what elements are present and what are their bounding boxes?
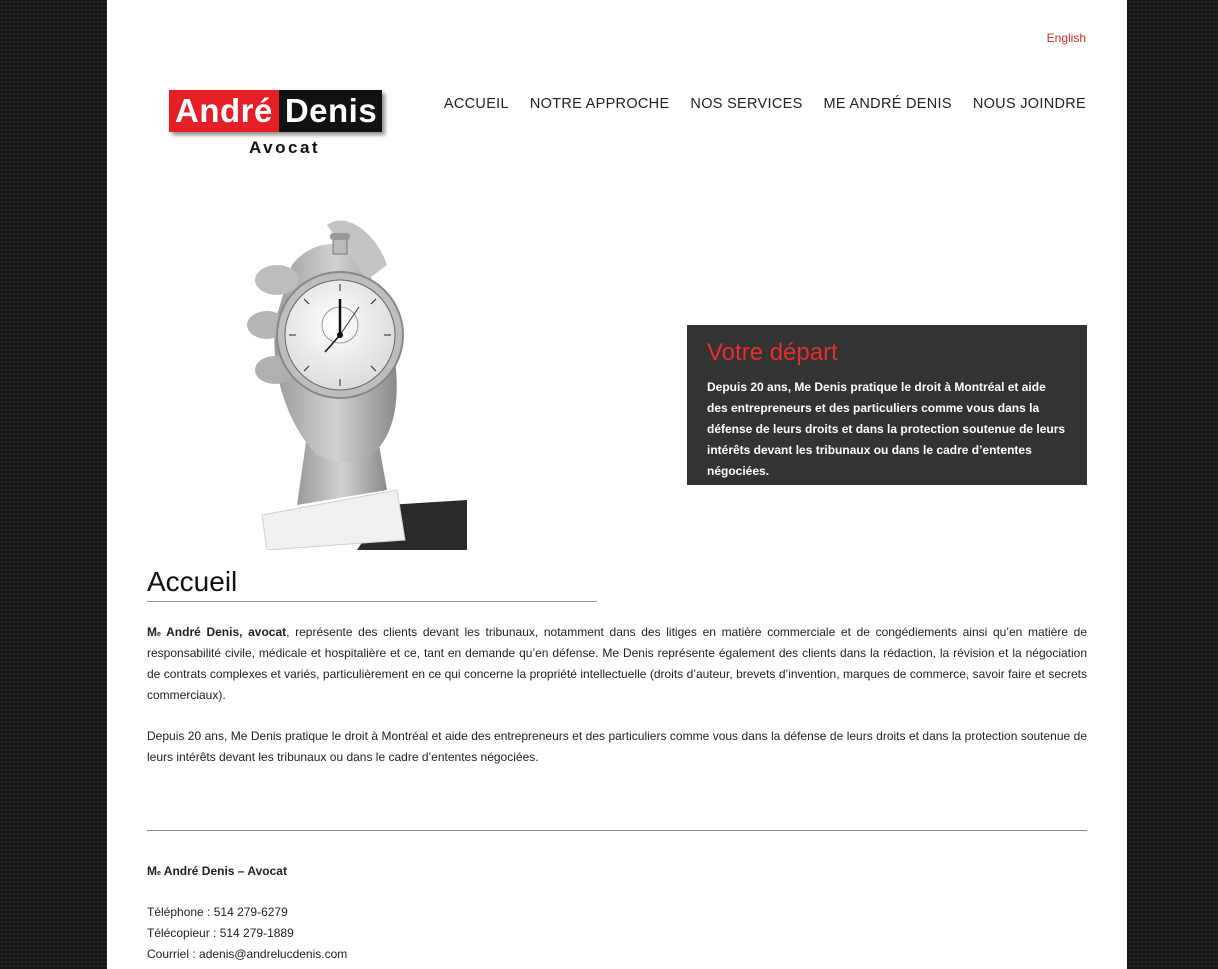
page-container: English André Denis Avocat ACCUEIL NOTRE… <box>107 0 1127 969</box>
logo-first-name: André <box>169 90 279 132</box>
footer-contact: Me André Denis – Avocat Téléphone : 514 … <box>147 861 347 965</box>
footer-phone: Téléphone : 514 279-6279 <box>147 905 288 919</box>
footer-name-sup: e <box>157 870 161 877</box>
hero-stopwatch-image <box>247 220 467 550</box>
footer-name-rest: André Denis – Avocat <box>160 864 287 878</box>
footer-name: Me André Denis – Avocat <box>147 861 347 882</box>
page-title: Accueil <box>147 566 238 597</box>
footer-name-prefix: M <box>147 864 157 878</box>
nav-item-nos-services[interactable]: NOS SERVICES <box>690 96 802 112</box>
second-paragraph: Depuis 20 ans, Me Denis pratique le droi… <box>147 729 1087 764</box>
intro-title-name: André Denis, avocat <box>160 625 287 639</box>
nav-item-notre-approche[interactable]: NOTRE APPROCHE <box>530 96 670 112</box>
nav-item-me-andre-denis[interactable]: ME ANDRÉ DENIS <box>824 96 952 112</box>
intro-title-prefix: M <box>147 625 157 639</box>
intro-paragraph: Me André Denis, avocat, représente des c… <box>147 622 1087 706</box>
title-divider <box>147 601 597 602</box>
intro-title-sup: e <box>157 631 161 638</box>
nav-item-nous-joindre[interactable]: NOUS JOINDRE <box>973 96 1086 112</box>
main-nav: ACCUEIL NOTRE APPROCHE NOS SERVICES ME A… <box>444 96 1086 112</box>
language-link-english[interactable]: English <box>1047 31 1086 45</box>
footer-fax: Télécopieur : 514 279-1889 <box>147 926 294 940</box>
logo-subtitle: Avocat <box>249 138 321 157</box>
logo-last-name: Denis <box>278 90 383 132</box>
callout-text: Depuis 20 ans, Me Denis pratique le droi… <box>707 380 1066 478</box>
site-logo[interactable]: André Denis Avocat <box>169 90 404 160</box>
hero-callout: Votre départ Depuis 20 ans, Me Denis pra… <box>687 325 1087 485</box>
main-content: Me André Denis, avocat, représente des c… <box>147 622 1087 788</box>
logo-mark: André Denis <box>169 90 383 132</box>
footer-email[interactable]: Courriel : adenis@andrelucdenis.com <box>147 944 347 965</box>
intro-text: , représente des clients devant les trib… <box>147 625 1087 702</box>
footer-divider <box>147 830 1087 831</box>
callout-title: Votre départ <box>707 339 838 366</box>
nav-item-accueil[interactable]: ACCUEIL <box>444 96 509 112</box>
